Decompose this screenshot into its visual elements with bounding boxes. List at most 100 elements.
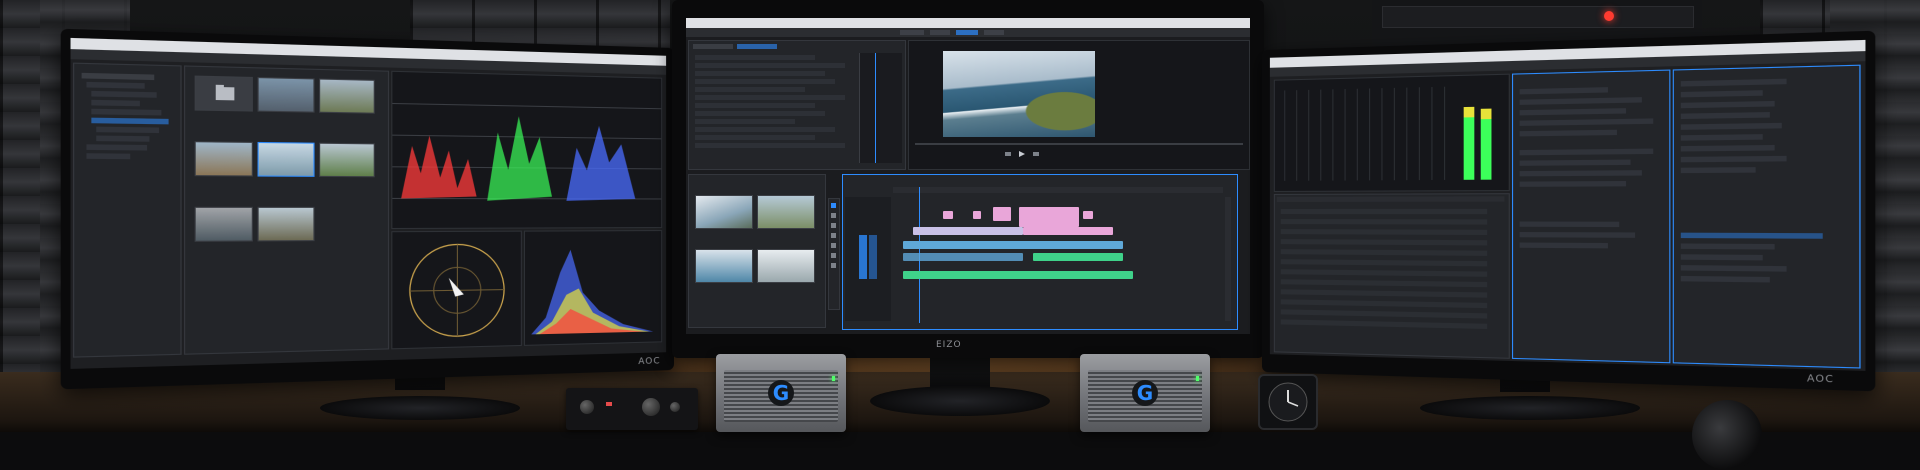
effect-row[interactable] (695, 135, 815, 140)
inspector-row[interactable] (1520, 118, 1654, 126)
effect-row[interactable] (695, 143, 845, 148)
inspector-row[interactable] (1520, 97, 1642, 105)
video-thumbnail[interactable] (195, 141, 253, 176)
timeline-ruler[interactable] (893, 187, 1223, 193)
library-item[interactable] (1681, 276, 1770, 283)
inspector-row[interactable] (1520, 170, 1642, 176)
library-item[interactable] (1681, 134, 1763, 141)
inspector-row[interactable] (1520, 108, 1626, 115)
tree-row[interactable] (91, 109, 161, 116)
video-clip[interactable] (973, 211, 981, 219)
effect-row[interactable] (695, 87, 805, 92)
file-row[interactable] (1281, 319, 1487, 329)
inspector-row[interactable] (1520, 222, 1620, 228)
tree-row[interactable] (86, 82, 144, 89)
tree-row[interactable] (91, 100, 139, 106)
type-tool-icon[interactable] (831, 263, 836, 268)
video-thumbnail[interactable] (319, 79, 375, 114)
file-row[interactable] (1281, 279, 1487, 287)
video-clip[interactable] (913, 227, 1023, 235)
video-clip[interactable] (1023, 227, 1113, 235)
step-back-icon[interactable] (1005, 152, 1011, 156)
video-thumbnail[interactable] (319, 143, 375, 178)
tree-row[interactable] (96, 127, 159, 133)
file-row[interactable] (1281, 229, 1487, 235)
file-row[interactable] (1281, 219, 1487, 225)
effect-row[interactable] (695, 103, 815, 108)
hand-tool-icon[interactable] (831, 253, 836, 258)
video-clip[interactable] (943, 211, 953, 219)
headphone-knob[interactable] (670, 402, 680, 412)
monitor-knob[interactable] (642, 398, 660, 416)
audio-clip[interactable] (903, 253, 1023, 261)
tree-row[interactable] (82, 73, 155, 80)
clip-thumbnail[interactable] (757, 249, 815, 283)
effect-row[interactable] (695, 119, 795, 124)
play-icon[interactable] (1019, 151, 1025, 157)
library-item[interactable] (1681, 156, 1787, 162)
library-item[interactable] (1681, 90, 1763, 97)
pen-tool-icon[interactable] (831, 243, 836, 248)
inspector-row[interactable] (1520, 149, 1654, 156)
library-item[interactable] (1681, 265, 1787, 272)
inspector-row[interactable] (1520, 130, 1617, 137)
library-item[interactable] (1681, 167, 1756, 173)
file-row[interactable] (1281, 269, 1487, 277)
clip-thumbnail[interactable] (757, 195, 815, 229)
audio-clip[interactable] (1033, 253, 1123, 261)
workspace-tab[interactable] (900, 30, 924, 35)
selection-tool-icon[interactable] (831, 203, 836, 208)
clip-thumbnail[interactable] (695, 195, 753, 229)
workspace-tab[interactable] (930, 30, 950, 35)
effect-row[interactable] (695, 71, 825, 76)
inspector-row[interactable] (1520, 160, 1631, 166)
video-thumbnail[interactable] (258, 207, 315, 242)
tree-row[interactable] (86, 153, 130, 159)
timeline-scrollbar[interactable] (1225, 197, 1231, 321)
effect-row[interactable] (695, 55, 815, 60)
razor-tool-icon[interactable] (831, 223, 836, 228)
inspector-row[interactable] (1520, 243, 1608, 249)
video-clip[interactable] (1019, 207, 1079, 227)
step-forward-icon[interactable] (1033, 152, 1039, 156)
library-item[interactable] (1681, 254, 1763, 260)
file-row[interactable] (1281, 309, 1487, 318)
slip-tool-icon[interactable] (831, 233, 836, 238)
effect-row[interactable] (695, 95, 845, 100)
playhead-marker[interactable] (875, 53, 876, 163)
video-thumbnail[interactable] (195, 207, 253, 242)
file-row[interactable] (1281, 259, 1487, 266)
program-timeline-bar[interactable] (915, 143, 1243, 145)
tree-row[interactable] (86, 144, 147, 150)
panel-tab[interactable] (693, 44, 733, 49)
workspace-tab-active[interactable] (956, 30, 978, 35)
tree-row-selected[interactable] (91, 118, 168, 125)
effect-row[interactable] (695, 127, 835, 132)
tree-row[interactable] (91, 91, 156, 98)
library-item[interactable] (1681, 145, 1775, 152)
workspace-tab[interactable] (984, 30, 1004, 35)
video-clip[interactable] (1083, 211, 1093, 219)
file-row[interactable] (1281, 239, 1487, 245)
tree-row[interactable] (96, 136, 149, 142)
inspector-row[interactable] (1520, 87, 1608, 94)
library-item[interactable] (1681, 101, 1775, 108)
library-item[interactable] (1681, 123, 1782, 130)
inspector-row[interactable] (1520, 232, 1635, 238)
track-toggle[interactable] (859, 235, 867, 279)
file-row[interactable] (1281, 209, 1487, 214)
library-item[interactable] (1681, 243, 1775, 249)
library-item[interactable] (1681, 112, 1770, 119)
library-item[interactable] (1681, 79, 1787, 87)
effect-row[interactable] (695, 79, 835, 84)
effect-row[interactable] (695, 63, 845, 68)
file-row[interactable] (1281, 289, 1487, 297)
audio-clip[interactable] (903, 271, 1133, 279)
gain-knob[interactable] (580, 400, 594, 414)
effect-row[interactable] (695, 111, 825, 116)
video-thumbnail-selected[interactable] (258, 142, 315, 177)
panel-tab-active[interactable] (737, 44, 777, 49)
inspector-row[interactable] (1520, 181, 1626, 187)
file-row[interactable] (1281, 299, 1487, 308)
folder-thumbnail[interactable] (195, 76, 253, 112)
